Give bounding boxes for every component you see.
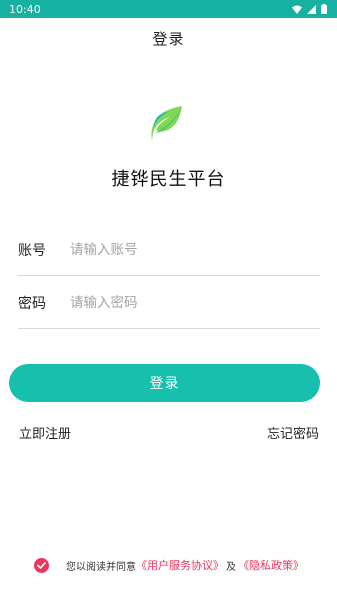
agreement-checkbox[interactable]: [34, 557, 49, 573]
agreement-separator: 及: [226, 561, 236, 573]
account-label: 账号: [18, 242, 46, 259]
account-field: 账号: [18, 224, 320, 276]
login-button[interactable]: 登录: [9, 364, 320, 402]
user-agreement-link[interactable]: 《用户服务协议》: [136, 557, 224, 573]
signal-icon: [307, 4, 316, 14]
wifi-icon: [292, 5, 302, 14]
agreement-row: 您以阅读并同意 《用户服务协议》 及 《隐私政策》: [34, 556, 304, 574]
password-input[interactable]: [70, 294, 320, 311]
header: 登录: [0, 18, 337, 58]
login-screen: 10:40 登录 捷铧民生平台 账号 密码 登录 立即注册 忘记密: [0, 0, 337, 600]
agreement-text: 您以阅读并同意: [66, 561, 136, 573]
app-name: 捷铧民生平台: [111, 169, 226, 190]
status-icons: [292, 4, 327, 14]
leaf-logo-icon: [151, 106, 182, 141]
status-time: 10:40: [9, 2, 41, 16]
page-title: 登录: [152, 29, 185, 48]
password-field: 密码: [18, 277, 320, 329]
status-bar: 10:40: [0, 0, 337, 18]
checkmark-icon: [37, 561, 46, 569]
password-label: 密码: [18, 295, 46, 312]
account-input[interactable]: [70, 241, 320, 258]
register-link[interactable]: 立即注册: [19, 423, 71, 442]
privacy-policy-link[interactable]: 《隐私政策》: [238, 557, 304, 573]
battery-icon: [321, 4, 327, 14]
forgot-password-link[interactable]: 忘记密码: [267, 423, 319, 442]
